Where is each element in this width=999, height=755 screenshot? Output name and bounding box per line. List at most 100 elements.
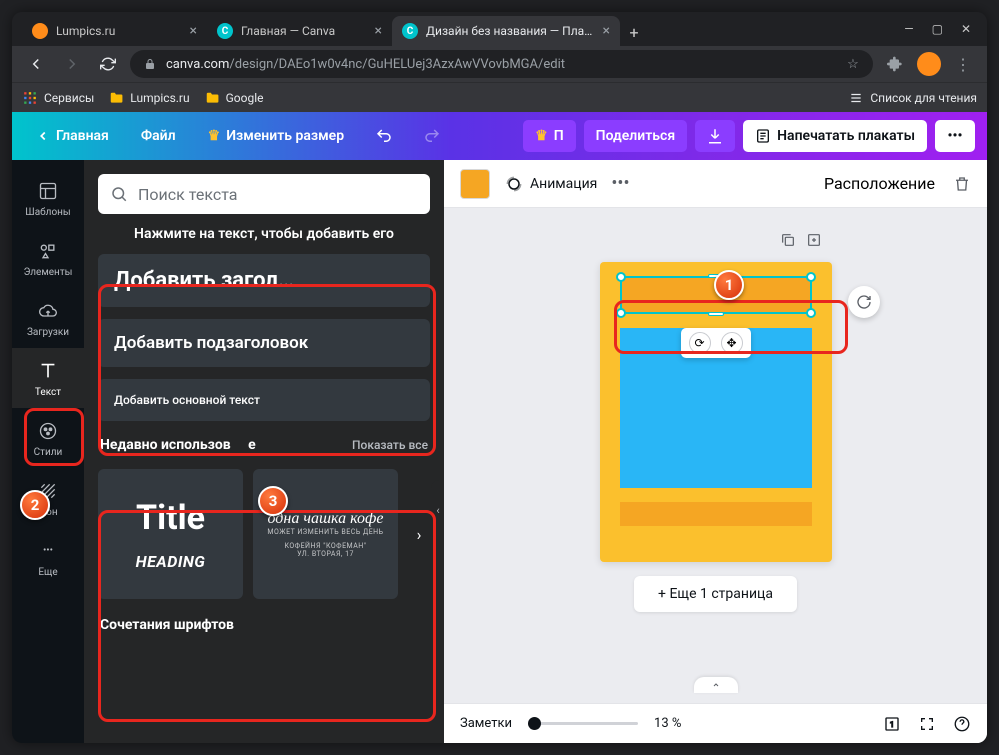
reload-button[interactable] (94, 50, 122, 78)
add-body-label: Добавить основной текст (114, 393, 260, 407)
sync-icon[interactable]: ⟳ (689, 332, 711, 354)
styles-icon (36, 419, 60, 443)
design-page[interactable]: ⟳ ✥ (600, 262, 832, 562)
add-subheading-button[interactable]: Добавить подзаголовок (98, 319, 430, 367)
undo-button[interactable] (364, 120, 404, 152)
rail-text[interactable]: Текст (12, 348, 84, 408)
resize-handle[interactable] (616, 272, 626, 282)
redo-button[interactable] (412, 120, 452, 152)
add-page-button-icon[interactable] (806, 232, 822, 248)
uploads-icon (36, 299, 60, 323)
bookmark-lumpics[interactable]: Lumpics.ru (108, 90, 189, 106)
resize-handle[interactable] (708, 312, 724, 316)
zoom-slider[interactable] (528, 722, 638, 725)
collapse-panel-button[interactable]: ‹ (431, 480, 444, 540)
reading-list-label: Список для чтения (870, 91, 977, 105)
file-button[interactable]: Файл (129, 120, 188, 152)
page-scroll-indicator[interactable] (694, 677, 738, 693)
extensions-button[interactable] (881, 50, 909, 78)
rail-label: Элементы (24, 267, 73, 278)
position-button[interactable]: Расположение (824, 174, 935, 193)
apps-icon (22, 90, 38, 106)
notes-button[interactable]: Заметки (460, 716, 512, 731)
browser-tab-active[interactable]: C Дизайн без названия — Плака × (392, 16, 620, 46)
print-label: Напечатать плакаты (777, 128, 915, 144)
close-icon[interactable]: × (190, 24, 197, 38)
url-host: canva.com (166, 57, 229, 72)
more-options-button[interactable]: ••• (611, 173, 629, 194)
animation-label: Анимация (530, 176, 597, 192)
home-button[interactable]: Главная (24, 120, 121, 152)
tab-title: Lumpics.ru (56, 24, 182, 38)
move-icon[interactable]: ✥ (721, 332, 743, 354)
maximize-icon[interactable]: ▢ (932, 22, 943, 36)
rail-uploads[interactable]: Загрузки (12, 288, 84, 348)
annotation-badge: 2 (20, 490, 50, 520)
rail-more[interactable]: ••• Еще (12, 528, 84, 588)
font-combos-label: Сочетания шрифтов (98, 611, 430, 639)
share-button[interactable]: Поделиться (584, 120, 687, 152)
recent-label: Недавно использов (100, 437, 231, 453)
tile-heading: HEADING (136, 552, 206, 571)
rail-label: Стили (34, 447, 63, 458)
resize-handle[interactable] (616, 308, 626, 318)
crown-icon: ♛ (208, 128, 221, 144)
minimize-icon[interactable]: — (904, 22, 913, 36)
menu-button[interactable]: ⋮ (949, 50, 977, 78)
add-heading-button[interactable]: Добавить загол… (98, 254, 430, 307)
more-button[interactable]: ••• (935, 120, 975, 152)
print-button[interactable]: Напечатать плакаты (743, 120, 927, 152)
rail-elements[interactable]: Элементы (12, 228, 84, 288)
present-button[interactable]: ♛ П (523, 120, 575, 152)
window-titlebar: Lumpics.ru × C Главная — Canva × C Дизай… (12, 12, 987, 46)
grid-view-button[interactable]: 1 (883, 715, 901, 733)
star-icon[interactable]: ☆ (845, 56, 861, 72)
resize-handle[interactable] (806, 308, 816, 318)
svg-text:1: 1 (890, 720, 894, 729)
templates-icon (36, 179, 60, 203)
close-window-icon[interactable]: ✕ (961, 22, 971, 36)
fullscreen-button[interactable] (919, 716, 935, 732)
browser-tab[interactable]: C Главная — Canva × (207, 16, 392, 46)
text-combo-tile[interactable]: Title HEADING (98, 469, 243, 599)
close-icon[interactable]: × (375, 24, 382, 38)
duplicate-page-button[interactable] (780, 232, 796, 248)
animation-button[interactable]: Анимация (504, 174, 597, 194)
search-input[interactable]: Поиск текста (98, 174, 430, 214)
rotate-button[interactable] (848, 286, 880, 318)
canvas-area: Анимация ••• Расположение (444, 160, 987, 743)
rail-label: Загрузки (27, 327, 69, 338)
resize-button[interactable]: ♛ Изменить размер (196, 120, 356, 152)
crown-icon: ♛ (535, 128, 548, 144)
rail-label: Текст (35, 387, 61, 398)
rail-templates[interactable]: Шаблоны (12, 168, 84, 228)
bookmark-google[interactable]: Google (204, 90, 264, 106)
rail-styles[interactable]: Стили (12, 408, 84, 468)
trash-button[interactable] (953, 175, 971, 193)
bookmark-services[interactable]: Сервисы (22, 90, 94, 106)
download-button[interactable] (695, 120, 735, 152)
resize-handle[interactable] (806, 272, 816, 282)
bookmark-label: Lumpics.ru (130, 91, 189, 105)
bottom-bar: Заметки 13 % 1 (444, 703, 987, 743)
design-shape[interactable] (620, 502, 812, 526)
show-all-link[interactable]: Показать все (352, 438, 428, 452)
browser-tab[interactable]: Lumpics.ru × (22, 16, 207, 46)
back-button[interactable] (22, 50, 50, 78)
lock-icon (142, 56, 158, 72)
add-body-button[interactable]: Добавить основной текст (98, 379, 430, 421)
reading-list-button[interactable]: Список для чтения (848, 90, 977, 106)
add-page-button[interactable]: + Еще 1 страница (634, 576, 797, 612)
address-bar[interactable]: canva.com/design/DAEo1w0v4nc/GuHELUej3Az… (130, 50, 873, 78)
add-heading-label: Добавить загол… (114, 268, 294, 293)
close-icon[interactable]: × (603, 24, 610, 38)
tile-title: Title (136, 498, 205, 538)
help-button[interactable] (953, 715, 971, 733)
profile-avatar[interactable] (917, 52, 941, 76)
next-button[interactable]: › (408, 525, 430, 544)
color-swatch[interactable] (460, 169, 490, 199)
forward-button[interactable] (58, 50, 86, 78)
app-header: Главная Файл ♛ Изменить размер ♛ П Подел… (12, 112, 987, 160)
new-tab-button[interactable]: + (620, 18, 648, 46)
add-page-label: + Еще 1 страница (658, 586, 773, 602)
